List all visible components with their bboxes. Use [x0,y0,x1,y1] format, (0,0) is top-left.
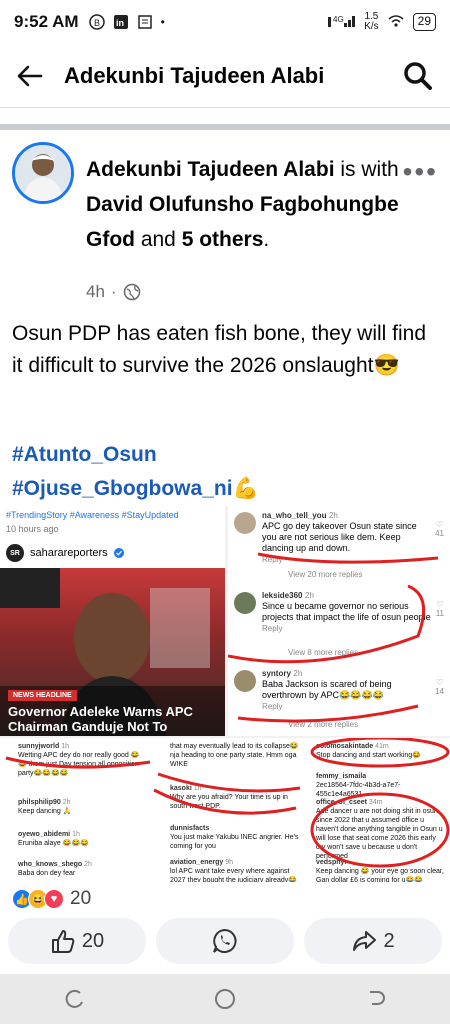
back-nav-button[interactable] [355,979,395,1019]
more-options-button[interactable]: ••• [403,156,438,188]
reaction-count: 20 [70,888,92,909]
news-screenshot: #TrendingStory #Awareness #StayUpdated 1… [0,506,225,736]
arrow-left-icon [17,65,43,86]
share-arrow-icon [353,931,377,951]
source-name: saharareporters [30,547,108,559]
thumbs-up-icon [51,930,75,953]
recents-button[interactable] [55,979,95,1019]
page-header: Adekunbi Tajudeen Alabi [0,44,450,108]
separator-dot: · [110,282,117,301]
red-annotation-strokes [228,552,439,723]
post-time[interactable]: 4h [86,282,105,302]
svg-text:B: B [94,18,100,28]
love-reaction-icon: ♥ [44,889,64,909]
headline-tag: NEWS HEADLINE [8,690,77,701]
news-time: 10 hours ago [6,524,59,534]
hashtag-link[interactable]: #Atunto_Osun [12,438,259,472]
news-tags: #TrendingStory #Awareness #StayUpdated [6,510,179,520]
home-circle-icon [215,989,235,1009]
network-type: 4G [333,15,344,24]
post-text: Osun PDP has eaten fish bone, they will … [12,322,427,377]
whatsapp-icon [213,928,237,953]
back-button[interactable] [12,58,48,94]
hashtag-link[interactable]: #Ojuse_Gbogbowa_ni💪 [12,472,259,506]
speed-unit: K/s [364,21,379,32]
news-source: SR saharareporters [6,544,124,562]
b-circle-icon: B [88,14,105,30]
search-button[interactable] [398,56,438,96]
svg-text:in: in [116,18,124,28]
wifi-icon [387,13,405,32]
like-count: 20 [81,929,105,952]
like-button[interactable]: 20 [8,918,146,964]
status-right: 4G 1.5 K/s 29 [328,12,436,32]
red-annotation-circles [5,738,450,868]
home-button[interactable] [205,979,245,1019]
period: . [263,228,270,251]
and-text: and [140,228,176,251]
whatsapp-share-button[interactable] [156,918,294,964]
share-button[interactable]: 2 [304,918,442,964]
signal-icon: 4G [328,13,356,32]
page-title: Adekunbi Tajudeen Alabi [64,62,325,88]
with-text: is with [340,158,399,181]
feed-divider [0,124,450,130]
notes-icon [137,14,153,30]
comments-screenshot: na_who_tell_you 2h APC go dey takeover O… [228,506,450,736]
post-image[interactable]: #TrendingStory #Awareness #StayUpdated 1… [0,506,450,882]
post-hashtags: #Atunto_Osun #Ojuse_Gbogbowa_ni💪 [12,438,259,506]
news-photo: NEWS HEADLINE Governor Adeleke Warns APC… [0,568,225,736]
post-author-line: Adekunbi Tajudeen Alabi is with David Ol… [86,152,406,257]
post-meta: 4h · [86,282,141,302]
source-logo: SR [6,544,24,562]
net-speed: 1.5 K/s [364,12,378,32]
author-name[interactable]: Adekunbi Tajudeen Alabi [86,158,335,181]
recents-icon [65,989,83,1008]
reaction-summary[interactable]: 👍 😆 ♥ 20 [12,888,91,910]
battery-indicator: 29 [412,13,436,31]
linkedin-icon: in [113,14,129,30]
system-navbar [0,974,450,1024]
avatar[interactable] [12,142,74,204]
comments-collage: sunnyjworld 1h Wetting APC dey do nor rea… [0,738,450,882]
status-bar: 9:52 AM B in • 4G 1.5 K/s 29 [0,0,450,44]
back-nav-icon [370,991,385,1005]
status-time: 9:52 AM [14,12,79,31]
verified-icon [113,548,124,558]
action-bar: 20 2 [0,918,450,970]
globe-icon [123,283,140,301]
search-icon [404,61,432,90]
news-headline: Governor Adeleke Warns APC Chairman Gand… [8,704,193,734]
others-link[interactable]: 5 others [182,228,264,251]
dot-icon: • [160,15,165,29]
share-count: 2 [383,929,395,952]
